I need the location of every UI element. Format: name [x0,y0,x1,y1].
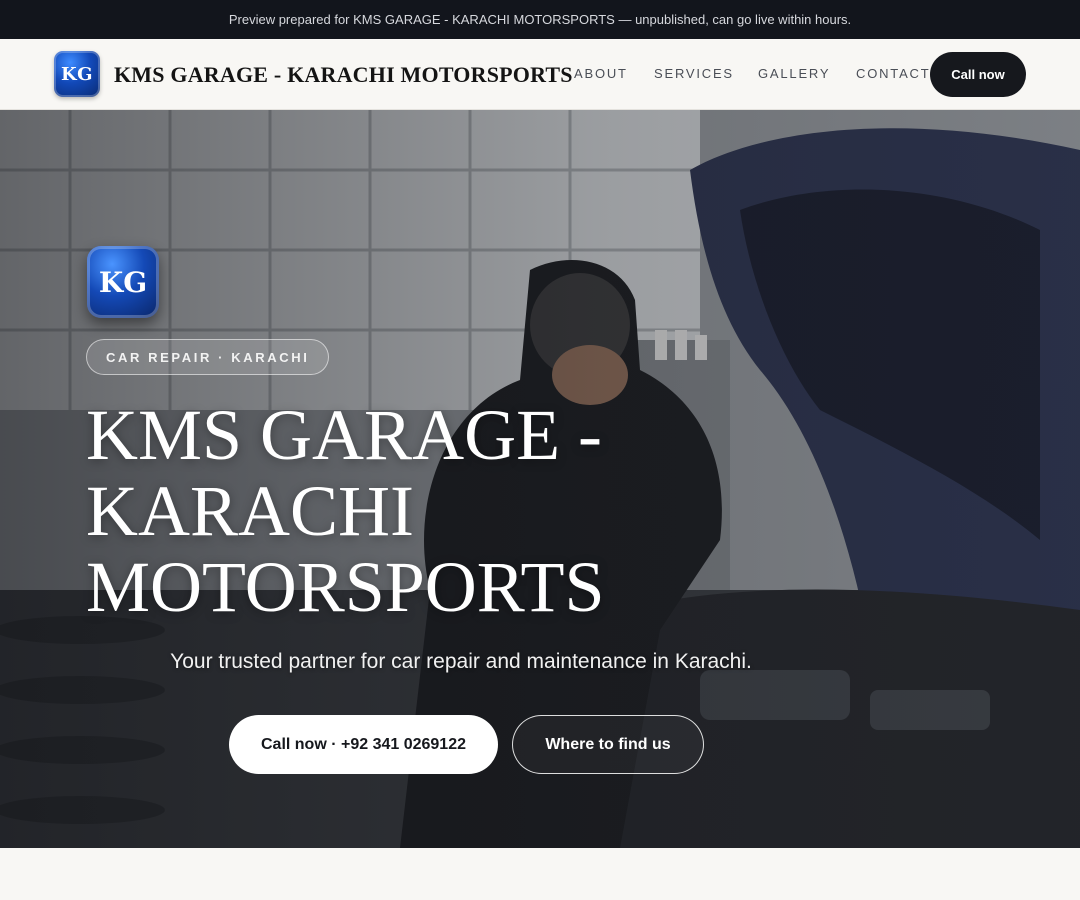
hero-eyebrow-badge: CAR REPAIR · KARACHI [86,339,330,375]
nav-link-services[interactable]: SERVICES [654,66,734,81]
hero-section: KG CAR REPAIR · KARACHI KMS GARAGE - KAR… [0,110,1080,848]
nav-link-about[interactable]: ABOUT [574,66,628,81]
site-header: KG KMS GARAGE - KARACHI MOTORSPORTS ABOU… [0,39,1080,110]
hero-subtitle: Your trusted partner for car repair and … [170,650,752,673]
preview-banner: Preview prepared for KMS GARAGE - KARACH… [0,0,1080,39]
brand-logo[interactable]: KG [54,51,100,97]
brand-name[interactable]: KMS GARAGE - KARACHI MOTORSPORTS [114,62,573,88]
brand-logo-initials: KG [60,63,94,85]
hero-logo: KG [87,246,159,318]
call-phone-button[interactable]: Call now · +92 341 0269122 [229,715,498,774]
hero-title: KMS GARAGE - KARACHI MOTORSPORTS [86,395,605,627]
preview-banner-text: Preview prepared for KMS GARAGE - KARACH… [228,12,852,27]
call-now-button[interactable]: Call now [930,52,1026,97]
nav-link-contact[interactable]: CONTACT [856,66,930,81]
below-fold-section [0,848,1080,900]
nav-link-gallery[interactable]: GALLERY [758,66,830,81]
find-us-button[interactable]: Where to find us [512,715,704,774]
hero-logo-initials: KG [98,265,148,299]
